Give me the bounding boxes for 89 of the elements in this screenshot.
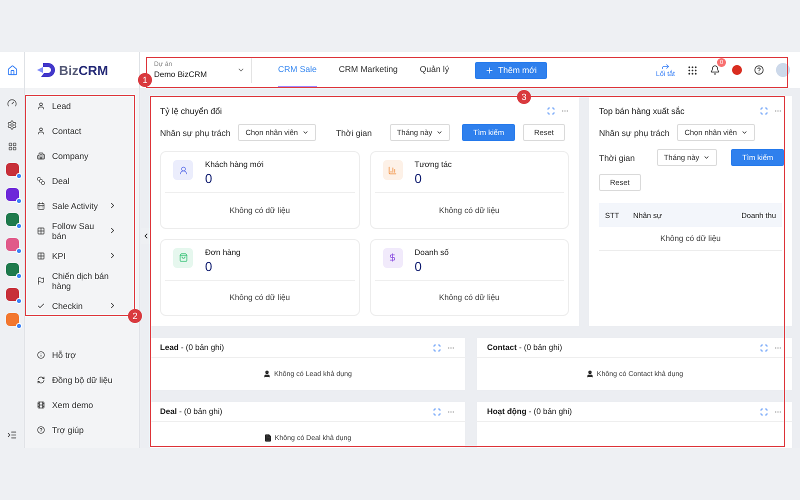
expand-icon[interactable] <box>760 107 768 115</box>
stat-value: 0 <box>205 171 214 186</box>
dollar-icon <box>388 253 397 262</box>
logo-icon <box>37 62 55 78</box>
expand-icon[interactable] <box>760 408 768 416</box>
plus-icon <box>485 66 494 74</box>
menu-item[interactable]: Checkin <box>25 293 127 318</box>
panel-title: Tỷ lệ chuyển đổi <box>160 106 222 116</box>
panel-title: Top bán hàng xuất sắc <box>599 106 685 116</box>
forward-arrow-icon <box>660 62 670 71</box>
empty-text: Không có dữ liệu <box>228 292 291 304</box>
filter-label: Nhân sự phụ trách <box>599 128 670 138</box>
stat-value: 0 <box>205 258 214 274</box>
building-icon <box>37 152 45 160</box>
settings-icon[interactable] <box>7 120 17 130</box>
app-icon[interactable] <box>6 263 18 276</box>
bag-icon <box>178 253 188 262</box>
add-button[interactable]: Thêm mới <box>475 62 547 78</box>
bell-icon[interactable] <box>710 65 720 75</box>
grid-icon[interactable] <box>8 142 16 151</box>
empty-text: Không có dữ liệu <box>599 227 782 251</box>
stat-value: 0 <box>414 171 423 186</box>
expand-icon[interactable] <box>433 344 441 352</box>
menu-item[interactable]: Deal <box>25 168 127 193</box>
dashboard-icon[interactable] <box>7 98 17 108</box>
chevron-left-icon <box>142 232 150 240</box>
app-icon[interactable] <box>6 288 18 301</box>
expand-icon[interactable] <box>760 344 768 352</box>
menu-item[interactable]: Hỗ trợ <box>25 342 139 367</box>
list-title: Lead - (0 bản ghi) <box>160 343 224 352</box>
empty-text: Không có dữ liệu <box>438 204 500 217</box>
menu-item[interactable]: Follow Sau bán <box>25 218 127 243</box>
list-icon[interactable] <box>7 430 17 440</box>
menu-item[interactable]: KPI <box>25 243 127 268</box>
empty-text: Không có dữ liệu <box>228 204 291 217</box>
filter-label: Thời gian <box>336 128 372 138</box>
grid-icon <box>37 226 45 234</box>
chevron-down-icon <box>302 129 309 136</box>
stat-title: Khách hàng mới <box>205 160 264 169</box>
menu-item[interactable]: Chiến dịch bán hàng <box>25 268 127 293</box>
expand-icon[interactable] <box>547 107 555 115</box>
stat-title: Doanh số <box>414 248 449 256</box>
check-icon <box>37 302 45 310</box>
chevron-down-icon <box>237 66 245 74</box>
expand-icon[interactable] <box>433 408 441 416</box>
menu-item[interactable]: Trợ giúp <box>25 417 139 442</box>
nav-tab[interactable]: Quản lý <box>420 52 450 88</box>
bar-chart-icon <box>388 166 397 174</box>
help-icon <box>37 426 45 434</box>
list-title: Contact - (0 bản ghi) <box>487 343 562 352</box>
stat-title: Đơn hàng <box>205 248 240 256</box>
nav-tab[interactable]: CRM Marketing <box>338 52 398 88</box>
app-icon[interactable] <box>6 163 18 176</box>
calendar-icon <box>37 202 45 210</box>
logo: BizCRM <box>59 62 108 78</box>
filter-label: Nhân sự phụ trách <box>160 128 230 138</box>
chevron-down-icon <box>740 129 748 136</box>
menu-item[interactable]: Company <box>25 143 127 168</box>
chevron-down-icon <box>703 154 710 161</box>
list-title: Hoạt động - (0 bản ghi) <box>487 407 572 416</box>
list-title: Deal - (0 bản ghi) <box>160 407 222 416</box>
menu-item[interactable]: Đồng bộ dữ liệu <box>25 367 139 392</box>
apps-icon[interactable] <box>687 64 698 76</box>
app-icon[interactable] <box>6 213 18 226</box>
person-icon <box>586 370 594 378</box>
info-icon <box>37 350 45 358</box>
stat-value: 0 <box>414 258 423 274</box>
person-icon <box>37 126 45 134</box>
menu-item[interactable]: Sale Activity <box>25 193 127 218</box>
person-icon <box>37 102 45 110</box>
avatar[interactable] <box>776 63 790 77</box>
menu-item[interactable]: Lead <box>25 93 127 118</box>
refresh-icon <box>37 376 45 384</box>
home-icon[interactable] <box>6 64 18 76</box>
document-icon <box>264 434 272 442</box>
app-icon[interactable] <box>6 238 18 251</box>
square-icon <box>37 176 45 184</box>
app-icon[interactable] <box>6 188 18 201</box>
filter-label: Thời gian <box>599 152 635 162</box>
stat-title: Tương tác <box>414 160 452 169</box>
help-icon[interactable] <box>754 65 764 75</box>
person-icon <box>263 370 272 378</box>
empty-text: Không có dữ liệu <box>438 292 500 304</box>
grid-icon <box>37 252 45 260</box>
chevron-down-icon <box>436 129 444 136</box>
menu-item[interactable]: Xem demo <box>25 392 139 417</box>
menu-item[interactable]: Contact <box>25 118 127 143</box>
film-icon <box>37 400 45 408</box>
person-icon <box>178 166 188 174</box>
